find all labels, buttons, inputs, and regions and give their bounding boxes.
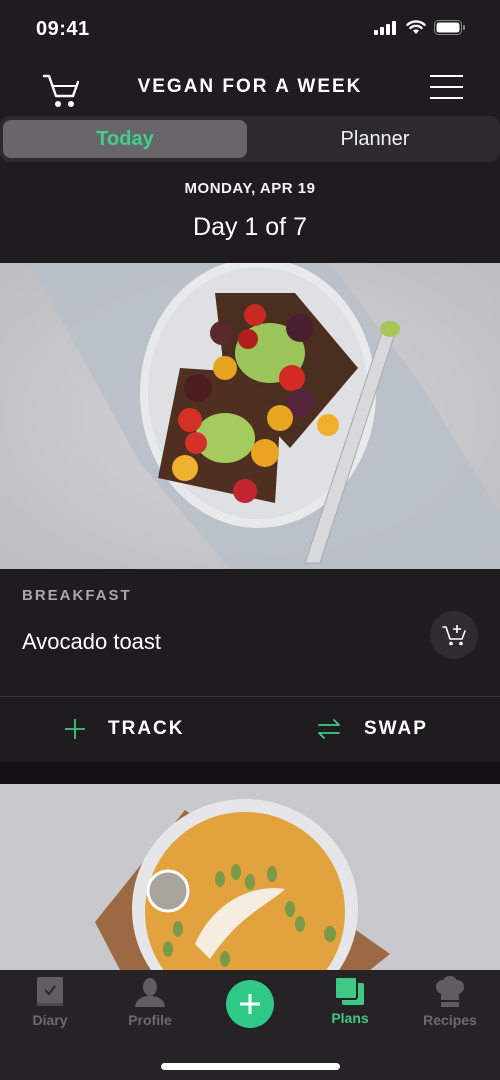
add-to-cart-button[interactable] xyxy=(430,611,478,659)
pumpkin-soup-image xyxy=(0,784,500,970)
tab-planner[interactable]: Planner xyxy=(250,120,500,158)
profile-icon xyxy=(135,978,165,1007)
menu-button[interactable] xyxy=(430,74,464,100)
tab-profile[interactable]: Profile xyxy=(100,976,200,1038)
track-label: TRACK xyxy=(108,718,185,739)
hamburger-menu-icon xyxy=(430,75,463,99)
add-to-cart-icon xyxy=(442,625,466,646)
home-indicator[interactable] xyxy=(161,1063,340,1070)
recipes-icon xyxy=(436,976,464,1007)
tab-diary[interactable]: Diary xyxy=(0,976,100,1038)
status-time: 09:41 xyxy=(36,18,90,40)
plus-icon xyxy=(240,994,260,1014)
day-progress-label: Day 1 of 7 xyxy=(193,213,307,241)
tab-plans[interactable]: Plans xyxy=(300,976,400,1038)
divider xyxy=(0,696,500,697)
tab-recipes[interactable]: Recipes xyxy=(400,976,500,1038)
status-icons xyxy=(374,20,466,35)
swap-label: SWAP xyxy=(364,718,428,739)
tab-profile-label: Profile xyxy=(128,1012,172,1028)
view-segmented-control: Today Planner xyxy=(0,116,500,162)
plus-icon xyxy=(65,719,85,739)
diary-icon xyxy=(37,977,63,1006)
meal-photo[interactable] xyxy=(0,263,500,569)
battery-icon xyxy=(434,20,465,35)
meal-name[interactable]: Avocado toast xyxy=(22,629,161,655)
wifi-icon xyxy=(406,20,426,34)
track-button[interactable]: TRACK xyxy=(64,709,185,749)
meal-card: BREAKFAST Avocado toast TRACK SWAP xyxy=(0,569,500,762)
avocado-toast-image xyxy=(0,263,500,569)
next-meal-photo[interactable] xyxy=(0,784,500,970)
plans-icon xyxy=(334,976,364,1005)
section-separator xyxy=(0,762,500,784)
meal-type-label: BREAKFAST xyxy=(22,587,132,604)
page-title: VEGAN FOR A WEEK xyxy=(137,76,363,97)
cellular-signal-icon xyxy=(374,20,396,35)
tab-recipes-label: Recipes xyxy=(423,1012,477,1028)
tab-today[interactable]: Today xyxy=(3,120,247,158)
date-label: MONDAY, APR 19 xyxy=(184,180,316,197)
app-header: VEGAN FOR A WEEK xyxy=(0,60,500,116)
bottom-tab-bar: Diary Profile Plans Recipes xyxy=(0,970,500,1080)
swap-button[interactable]: SWAP xyxy=(316,709,428,749)
swap-arrows-icon xyxy=(318,719,340,739)
tab-plans-label: Plans xyxy=(331,1010,369,1026)
add-button[interactable] xyxy=(226,980,274,1028)
tab-diary-label: Diary xyxy=(32,1012,68,1028)
status-bar: 09:41 xyxy=(0,0,500,60)
